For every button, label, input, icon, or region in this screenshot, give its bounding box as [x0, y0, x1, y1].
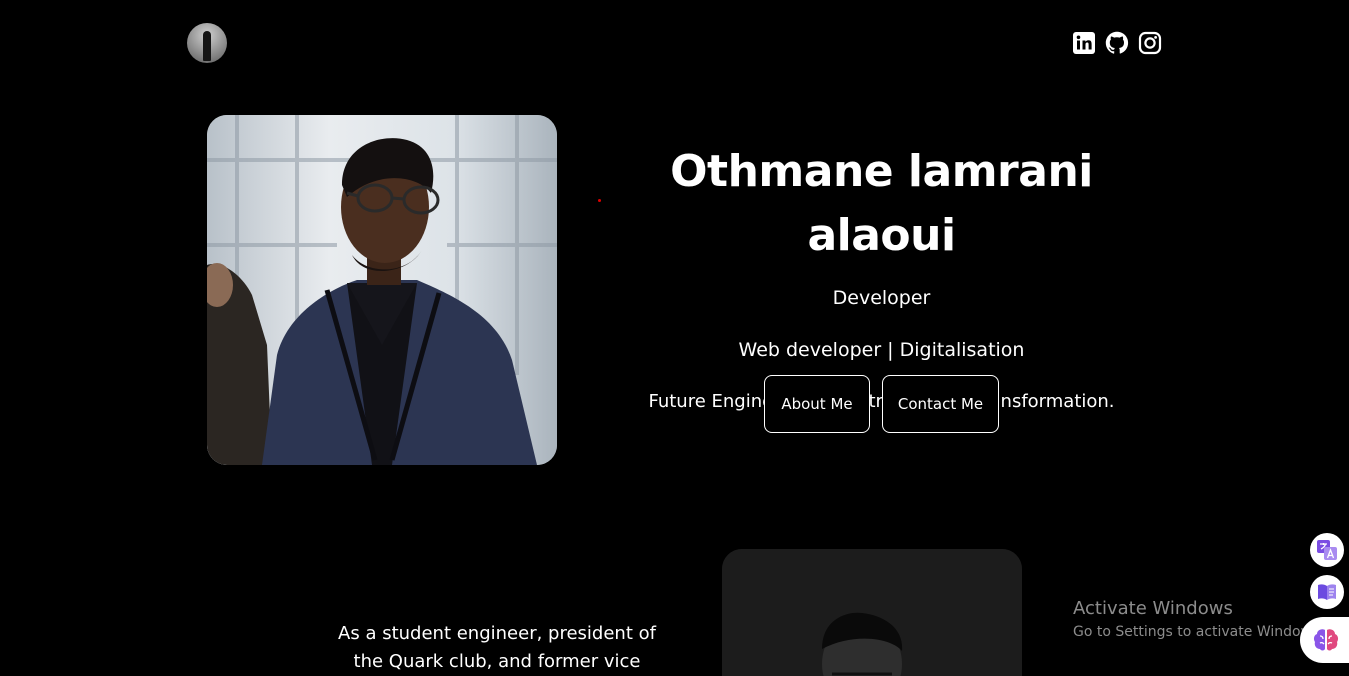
hero-name: Othmane lamrani alaoui [670, 146, 1093, 261]
linkedin-icon[interactable] [1072, 31, 1096, 55]
activation-subtitle: Go to Settings to activate Windows. [1073, 624, 1324, 640]
hero-intro: Othmane lamrani alaoui Developer Web dev… [610, 140, 1153, 414]
about-me-button[interactable]: About Me [764, 375, 870, 433]
header-avatar[interactable] [187, 23, 227, 63]
about-paragraph: As a student engineer, president of the … [338, 623, 656, 672]
hero-role: Developer [832, 287, 931, 309]
brain-icon [1313, 629, 1339, 651]
book-icon [1318, 584, 1336, 600]
decorative-dot [598, 199, 601, 202]
windows-activation-watermark: Activate Windows Go to Settings to activ… [1073, 597, 1324, 642]
avatar-figure [203, 31, 211, 61]
github-icon[interactable] [1105, 31, 1129, 55]
reader-extension-button[interactable] [1310, 575, 1344, 609]
hero-tagline: Web developer | Digitalisation [738, 339, 1025, 361]
profile-photo-illustration [207, 115, 557, 465]
translate-extension-button[interactable] [1310, 533, 1344, 567]
about-photo-illustration [722, 549, 1022, 676]
ai-assistant-extension-button[interactable] [1300, 617, 1349, 663]
contact-me-button[interactable]: Contact Me [882, 375, 999, 433]
activation-title: Activate Windows [1073, 598, 1233, 619]
instagram-icon[interactable] [1138, 31, 1162, 55]
profile-photo [207, 115, 557, 465]
translate-icon [1317, 540, 1337, 560]
about-photo [722, 549, 1022, 676]
portfolio-page: Othmane lamrani alaoui Developer Web dev… [0, 0, 1349, 676]
social-links [1072, 31, 1162, 55]
